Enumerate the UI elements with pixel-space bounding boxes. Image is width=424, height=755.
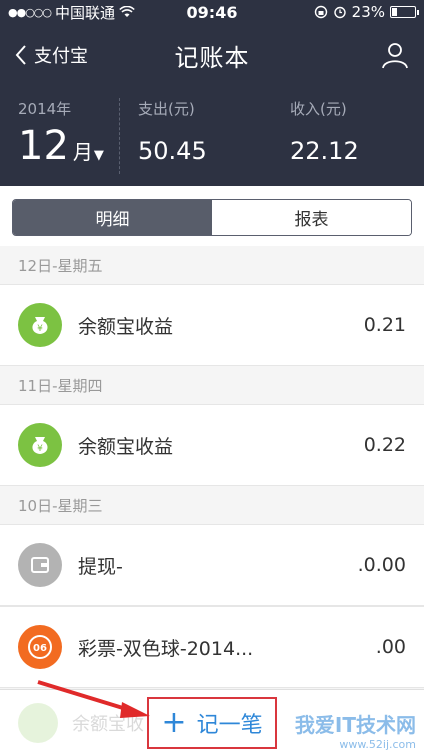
item-label: 余额宝收益	[78, 315, 174, 338]
expense-label: 支出(元)	[138, 100, 195, 118]
user-profile-icon[interactable]	[380, 40, 410, 70]
watermark: 我爱IT技术网 www.52ij.com	[295, 709, 416, 751]
tab-details[interactable]: 明细	[13, 200, 212, 235]
item-label: 提现-	[78, 555, 123, 578]
wallet-icon	[18, 543, 62, 587]
list-item[interactable]: 提现- .0.00	[0, 524, 424, 606]
summary-panel: 2014年 12 月 ▼ 支出(元) 50.45 收入(元) 22.12	[0, 86, 424, 186]
segmented-control: 明细 报表	[12, 199, 412, 236]
wifi-icon	[119, 6, 135, 17]
income-value: 22.12	[290, 137, 359, 165]
list-item[interactable]: 06 彩票-双色球-2014... .00	[0, 606, 424, 688]
chevron-left-icon	[15, 45, 26, 65]
status-left: ●●○○○ 中国联通	[8, 2, 135, 23]
battery-icon	[390, 6, 419, 18]
watermark-url: www.52ij.com	[339, 738, 416, 751]
alarm-icon	[333, 6, 346, 19]
item-label: 彩票-双色球-2014...	[78, 637, 254, 660]
tab-report[interactable]: 报表	[212, 200, 411, 235]
list-item[interactable]: ¥ 余额宝收益 0.21	[0, 284, 424, 366]
svg-text:¥: ¥	[37, 444, 43, 454]
battery-fill	[392, 8, 397, 16]
year-label: 2014年	[18, 100, 72, 118]
transaction-list: 12日-星期五 ¥ 余额宝收益 0.21 11日-星期四 ¥ 余额宝收益 0.2…	[0, 246, 424, 688]
item-amount: .00	[375, 636, 406, 658]
svg-text:06: 06	[33, 643, 47, 654]
caret-down-icon: ▼	[93, 148, 104, 163]
list-item[interactable]: ¥ 余额宝收益 0.22	[0, 404, 424, 486]
month-selector-column: 2014年 12 月 ▼	[0, 98, 120, 174]
item-amount: 0.22	[363, 434, 406, 456]
status-bar: ●●○○○ 中国联通 09:46 23%	[0, 0, 424, 24]
day-header: 12日-星期五	[0, 246, 424, 284]
back-label: 支付宝	[34, 46, 88, 67]
battery-percent: 23%	[351, 3, 385, 21]
expense-column: 支出(元) 50.45	[120, 98, 272, 186]
month-selector[interactable]: 12 月 ▼	[18, 123, 119, 169]
income-label: 收入(元)	[290, 100, 347, 118]
back-button[interactable]: 支付宝	[14, 42, 88, 68]
item-amount: 0.21	[363, 314, 406, 336]
watermark-title: 我爱IT技术网	[294, 713, 416, 737]
lottery-icon: 06	[18, 625, 62, 669]
rotation-lock-icon	[314, 5, 327, 19]
status-right: 23%	[314, 3, 419, 21]
item-label: 余额宝收益	[78, 435, 174, 458]
svg-text:¥: ¥	[37, 324, 43, 334]
day-header: 10日-星期三	[0, 486, 424, 524]
day-header: 11日-星期四	[0, 366, 424, 404]
segment-wrapper: 明细 报表	[0, 186, 424, 246]
item-amount: .0.00	[357, 554, 406, 576]
add-record-button[interactable]: + 记一笔	[147, 696, 277, 749]
annotation-arrow-icon	[37, 680, 150, 718]
plus-icon: +	[161, 704, 187, 740]
month-unit: 月	[72, 140, 93, 164]
navigation-bar: 支付宝 记账本	[0, 24, 424, 86]
signal-strength-icon: ●●○○○	[8, 5, 52, 19]
income-column: 收入(元) 22.12	[272, 98, 424, 186]
expense-value: 50.45	[138, 137, 207, 165]
add-record-label: 记一笔	[196, 712, 263, 738]
month-number: 12	[18, 123, 69, 169]
carrier-name: 中国联通	[55, 3, 116, 22]
yuebao-icon: ¥	[18, 423, 62, 467]
yuebao-icon: ¥	[18, 303, 62, 347]
